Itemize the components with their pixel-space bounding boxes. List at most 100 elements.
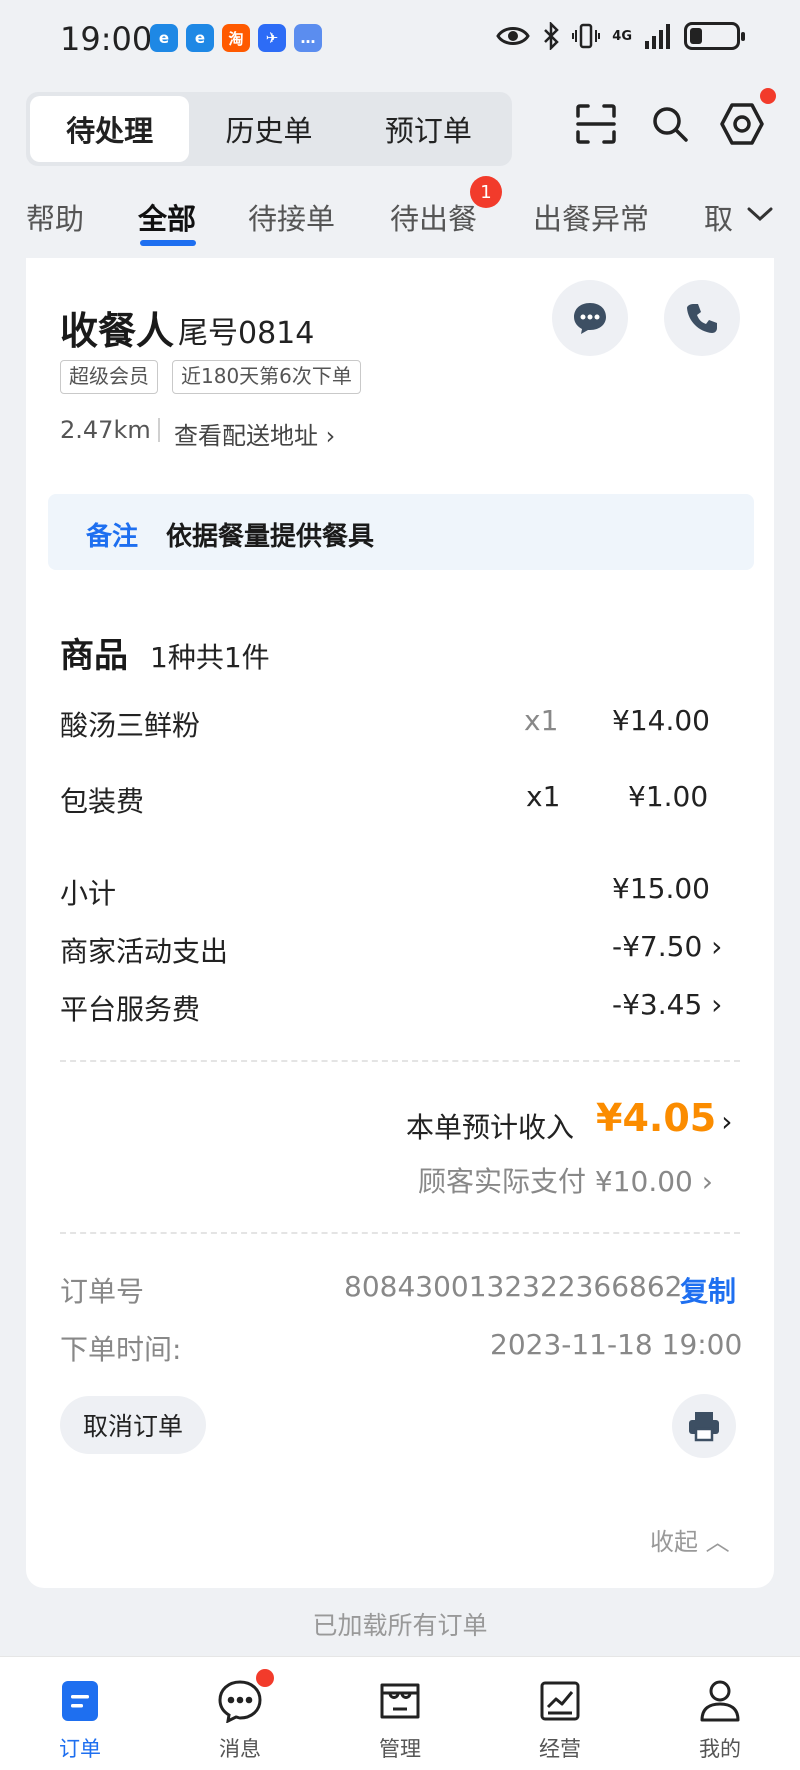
tab-cancel[interactable]: 取 xyxy=(704,196,733,238)
merchant-activity-row[interactable]: -¥7.50 › xyxy=(612,930,722,963)
settings-notification-dot xyxy=(760,88,776,104)
tag-order-frequency: 近180天第6次下单 xyxy=(172,360,361,394)
copy-order-number-button[interactable]: 复制 xyxy=(680,1270,736,1310)
note-text: 依据餐量提供餐具 xyxy=(166,522,375,552)
nav-label: 经营 xyxy=(539,1737,581,1761)
nav-label: 我的 xyxy=(699,1737,741,1761)
bluetooth-icon xyxy=(544,22,560,50)
chart-icon xyxy=(536,1677,584,1725)
order-number-label: 订单号 xyxy=(60,1275,145,1308)
nav-business[interactable]: 经营 xyxy=(480,1657,640,1770)
tab-awaiting-meal[interactable]: 待出餐 xyxy=(390,196,477,238)
print-button[interactable] xyxy=(672,1394,736,1458)
customer-paid-row[interactable]: 顾客实际支付 ¥10.00 › xyxy=(418,1160,713,1200)
bottom-navigation: 订单 消息 管理 经营 我的 xyxy=(0,1656,800,1770)
merchant-activity-label: 商家活动支出 xyxy=(60,935,229,968)
expected-income-value: ¥4.05 xyxy=(596,1096,717,1140)
message-notification-dot xyxy=(256,1669,274,1687)
eye-icon xyxy=(496,27,531,45)
packaging-fee-price: ¥1.00 xyxy=(628,780,709,813)
store-icon xyxy=(376,1677,424,1725)
browser-app-icon: e xyxy=(186,24,214,52)
chevron-down-icon[interactable] xyxy=(746,204,774,224)
vibrate-icon xyxy=(572,23,601,49)
tab-help[interactable]: 帮助 xyxy=(26,196,84,238)
tab-pending[interactable]: 待处理 xyxy=(30,96,190,162)
subtotal-value: ¥15.00 xyxy=(612,872,710,905)
customer-paid: 顾客实际支付 ¥10.00 xyxy=(418,1165,693,1198)
status-time: 19:00 xyxy=(60,20,153,58)
cancel-order-button[interactable]: 取消订单 xyxy=(60,1396,206,1454)
nav-label: 消息 xyxy=(219,1737,261,1761)
tag-super-member: 超级会员 xyxy=(60,360,158,394)
chevron-right-icon: › xyxy=(711,988,723,1021)
tab-all[interactable]: 全部 xyxy=(138,196,196,238)
goods-title: 商品 xyxy=(60,636,128,676)
view-address-link[interactable]: 查看配送地址 › xyxy=(174,416,335,451)
nav-manage[interactable]: 管理 xyxy=(320,1657,480,1770)
order-number: 8084300132322366862 xyxy=(344,1270,683,1303)
battery-icon xyxy=(684,22,745,50)
note-label: 备注 xyxy=(86,522,139,552)
signal-icon xyxy=(645,24,670,49)
notification-icons: e e 淘 ✈ … xyxy=(150,24,322,52)
chat-icon xyxy=(574,303,606,334)
order-icon xyxy=(56,1677,104,1725)
subtotal-label: 小计 xyxy=(60,877,117,910)
status-bar: 19:00 e e 淘 ✈ … 4G xyxy=(0,0,800,80)
item-qty: x1 xyxy=(524,704,559,737)
tab-meal-exception[interactable]: 出餐异常 xyxy=(533,196,649,238)
message-icon xyxy=(216,1677,264,1725)
active-tab-indicator xyxy=(140,240,196,246)
merchant-activity-value: -¥7.50 xyxy=(612,930,703,963)
divider xyxy=(158,418,160,442)
chevron-right-icon: › xyxy=(701,1165,713,1198)
order-time-label: 下单时间: xyxy=(60,1333,182,1366)
nav-profile[interactable]: 我的 xyxy=(640,1657,800,1770)
chat-button[interactable] xyxy=(552,280,628,356)
settings-icon[interactable] xyxy=(714,96,770,152)
tab-reservation[interactable]: 预订单 xyxy=(349,96,508,162)
feishu-app-icon: ✈ xyxy=(258,24,286,52)
taobao-app-icon: 淘 xyxy=(222,24,250,52)
profile-icon xyxy=(696,1677,744,1725)
search-icon[interactable] xyxy=(642,96,698,152)
packaging-fee-label: 包装费 xyxy=(60,785,145,818)
nav-label: 管理 xyxy=(379,1737,421,1761)
printer-icon xyxy=(689,1412,719,1442)
system-icons: 4G xyxy=(496,22,745,50)
order-card: 收餐人 尾号0814 超级会员 近180天第6次下单 2.47km 查看配送地址… xyxy=(26,258,774,1588)
tab-history[interactable]: 历史单 xyxy=(189,96,348,162)
item-name: 酸汤三鲜粉 xyxy=(60,709,201,742)
order-time: 2023-11-18 19:00 xyxy=(490,1328,743,1361)
call-button[interactable] xyxy=(664,280,740,356)
phone-tail: 尾号0814 xyxy=(178,316,315,351)
platform-fee-row[interactable]: -¥3.45 › xyxy=(612,988,722,1021)
distance: 2.47km xyxy=(60,416,151,444)
divider xyxy=(60,1060,740,1062)
goods-count: 1种共1件 xyxy=(150,641,270,674)
chevron-right-icon: › xyxy=(711,930,723,963)
chevron-right-icon: › xyxy=(721,1105,733,1138)
item-price: ¥14.00 xyxy=(612,704,710,737)
divider xyxy=(60,1232,740,1234)
note-box: 备注 依据餐量提供餐具 xyxy=(48,494,754,570)
view-address-label: 查看配送地址 xyxy=(174,422,318,450)
all-loaded-text: 已加载所有订单 xyxy=(312,1611,488,1640)
phone-icon xyxy=(687,304,717,333)
nav-label: 订单 xyxy=(59,1737,101,1761)
collapse-label: 收起 xyxy=(650,1528,698,1556)
tab-awaiting-acceptance[interactable]: 待接单 xyxy=(248,196,335,238)
expected-income-label: 本单预计收入 xyxy=(406,1111,575,1144)
expected-income-row[interactable]: ¥4.05 › xyxy=(596,1096,733,1140)
collapse-button[interactable]: 收起 ︿ xyxy=(650,1522,730,1557)
browser-app-icon: e xyxy=(150,24,178,52)
order-status-tabs: 帮助 全部 待接单 待出餐 出餐异常 取 xyxy=(0,184,800,254)
nav-orders[interactable]: 订单 xyxy=(0,1657,160,1770)
network-type: 4G xyxy=(612,28,632,44)
awaiting-meal-badge: 1 xyxy=(470,176,502,208)
nav-messages[interactable]: 消息 xyxy=(160,1657,320,1770)
scan-icon[interactable] xyxy=(568,96,624,152)
message-app-icon: … xyxy=(294,24,322,52)
packaging-fee-qty: x1 xyxy=(526,780,561,813)
